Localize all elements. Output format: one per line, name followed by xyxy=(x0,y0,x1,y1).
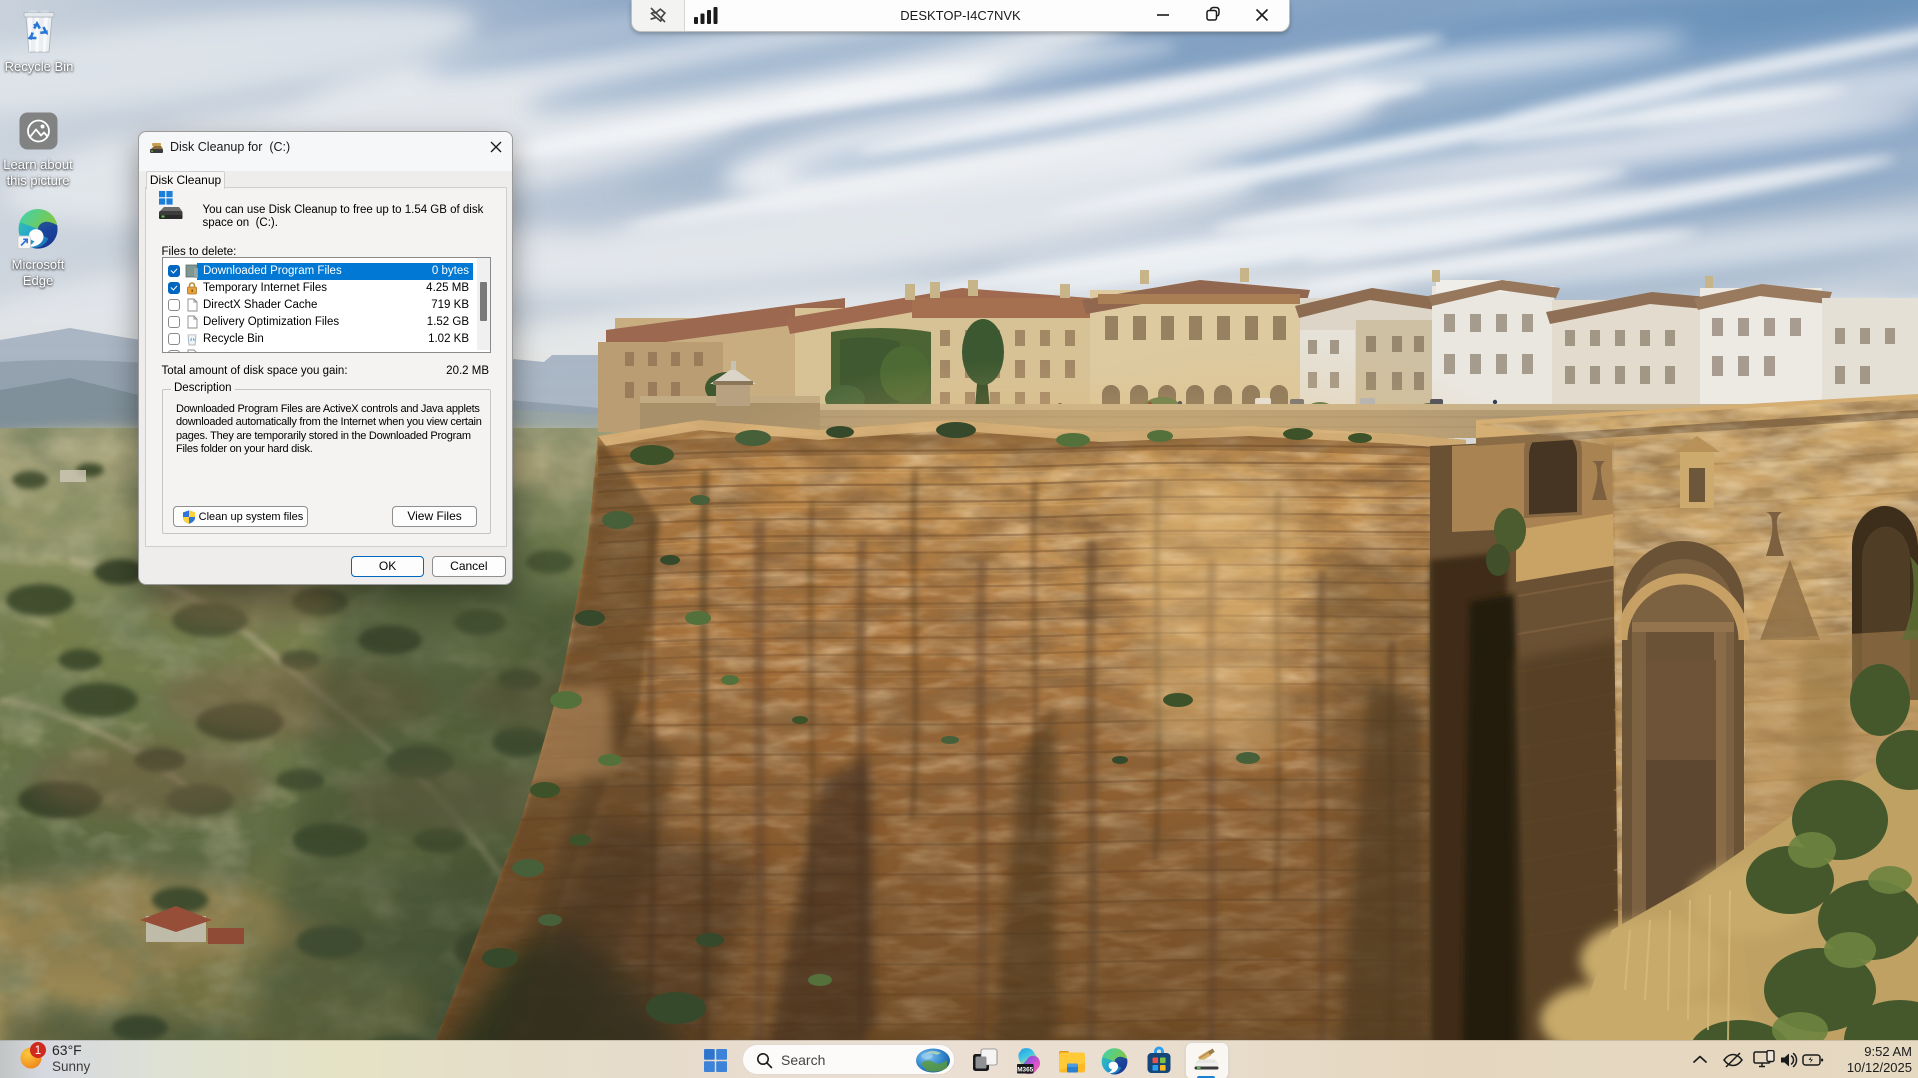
svg-text:M365: M365 xyxy=(1017,1067,1033,1074)
svg-text:1: 1 xyxy=(35,1045,41,1057)
